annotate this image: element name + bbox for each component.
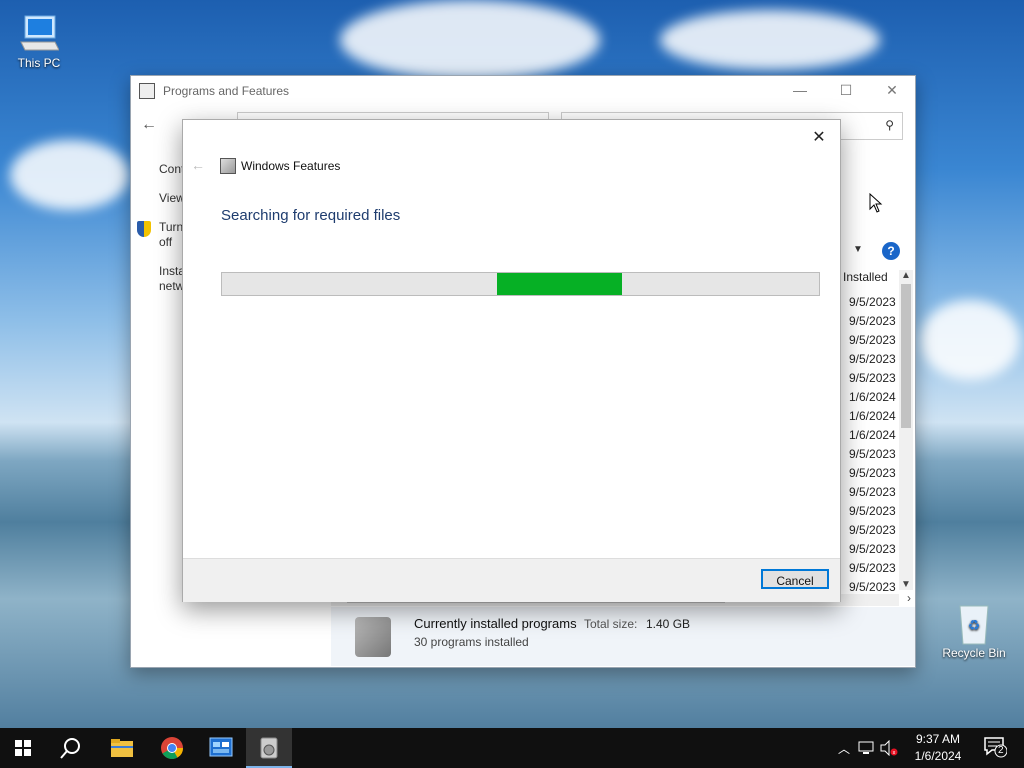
control-panel-button[interactable] [198,728,244,768]
progress-bar [221,272,820,296]
clock-time: 9:37 AM [915,732,961,746]
installed-date: 9/5/2023 [849,523,896,537]
control-panel-icon [139,83,155,99]
window-controls: — ☐ ✕ [777,76,915,104]
window-title: Programs and Features [163,84,290,98]
shield-icon [137,221,151,237]
dialog-title: Windows Features [241,159,341,173]
total-size-label: Total size: [584,617,638,631]
back-arrow-icon[interactable]: ← [141,116,157,134]
sidebar-item-label: netw [159,279,185,293]
help-button[interactable]: ? [882,242,900,260]
status-heading: Searching for required files [221,207,401,224]
clock-date: 1/6/2024 [914,749,962,763]
taskbar: ︿ x 9:37 AM 1/6/2024 2 [0,728,1024,768]
scroll-right-icon[interactable]: › [907,591,911,605]
programs-icon [260,737,278,759]
close-button[interactable]: ✕ [869,76,915,104]
installed-date: 1/6/2024 [849,409,896,423]
back-arrow-icon: ← [191,157,205,173]
installed-date: 9/5/2023 [849,314,896,328]
file-explorer-button[interactable] [99,728,145,768]
cloud [340,0,600,80]
cloud [10,140,130,210]
windows-features-dialog: ✕ ← Windows Features Searching for requi… [182,119,841,602]
system-tray: ︿ x [838,728,898,768]
column-header-installed-on[interactable]: Installed [843,270,888,284]
desktop-icon-recycle-bin[interactable]: ♻ Recycle Bin [939,602,1009,660]
mouse-cursor-icon [869,193,883,213]
cancel-button[interactable]: Cancel [761,569,829,589]
search-button[interactable] [48,728,94,768]
installed-date: 9/5/2023 [849,504,896,518]
installed-date: 9/5/2023 [849,542,896,556]
installed-date: 1/6/2024 [849,428,896,442]
show-hidden-icons-icon[interactable]: ︿ [838,740,850,757]
volume-muted-icon[interactable]: x [880,740,898,756]
action-center-button[interactable]: 2 [983,736,1008,758]
installed-date: 9/5/2023 [849,561,896,575]
installed-dates-list: 9/5/2023 9/5/2023 9/5/2023 9/5/2023 9/5/2023… [849,293,896,597]
programs-count: 30 programs installed [414,635,529,649]
computer-icon [19,12,60,52]
progress-bar-fill [496,273,622,295]
svg-text:♻: ♻ [968,618,981,634]
cloud [920,300,1020,380]
recycle-bin-icon: ♻ [954,602,994,645]
chrome-icon [161,737,183,759]
installed-date: 9/5/2023 [849,466,896,480]
scrollbar-thumb[interactable] [901,284,911,428]
desktop-icon-label: Recycle Bin [942,646,1006,660]
status-title: Currently installed programs [414,616,577,631]
windows-features-icon [220,158,236,174]
chrome-button[interactable] [149,728,195,768]
taskbar-clock[interactable]: 9:37 AM 1/6/2024 [900,731,976,765]
maximize-button[interactable]: ☐ [823,76,869,104]
minimize-button[interactable]: — [777,76,823,104]
installed-date: 9/5/2023 [849,333,896,347]
programs-features-taskbar-button[interactable] [246,728,292,768]
total-size-value: 1.40 GB [646,617,691,631]
desktop-icon-this-pc[interactable]: This PC [4,12,74,70]
search-icon: ⚲ [885,118,894,132]
notification-count: 2 [998,745,1004,756]
windows-logo-icon [15,740,31,756]
status-panel: Currently installed programs Total size:… [331,607,915,666]
view-dropdown-icon[interactable]: ▼ [853,244,863,255]
scroll-down-icon[interactable]: ▼ [901,579,911,590]
cloud [660,10,880,70]
folder-icon [111,739,133,757]
installed-date: 9/5/2023 [849,352,896,366]
svg-text:x: x [893,750,896,756]
installed-date: 9/5/2023 [849,485,896,499]
start-button[interactable] [0,728,46,768]
installed-date: 9/5/2023 [849,371,896,385]
sidebar-item-label: off [159,235,173,249]
dialog-footer: Cancel [183,558,840,602]
installed-date: 9/5/2023 [849,295,896,309]
scroll-up-icon[interactable]: ▲ [901,270,911,281]
installed-date: 9/5/2023 [849,447,896,461]
installed-programs-icon [355,617,391,657]
control-panel-icon [209,737,233,757]
installed-date: 1/6/2024 [849,390,896,404]
desktop-icon-label: This PC [17,56,61,70]
vertical-scrollbar[interactable]: ▲ ▼ [899,270,913,590]
network-icon[interactable] [858,741,874,755]
sidebar-item-label: Turn [159,220,184,234]
search-icon [60,738,80,759]
close-icon[interactable]: ✕ [804,124,834,150]
